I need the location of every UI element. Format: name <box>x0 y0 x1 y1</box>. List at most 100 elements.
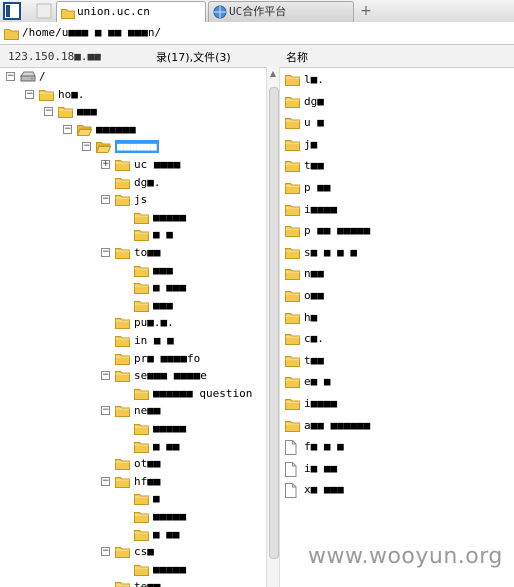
tree-node-label[interactable]: te■■ <box>134 580 161 587</box>
tree-node-label[interactable]: js <box>134 193 147 206</box>
folder-row[interactable]: n■■ <box>280 263 514 284</box>
tree-node[interactable]: ■■■■■ <box>0 561 266 579</box>
folder-row[interactable]: u ■ <box>280 112 514 133</box>
tree-node-label[interactable]: ■■■■■ <box>153 510 186 523</box>
tree-node-label[interactable]: ■■■ <box>77 105 97 118</box>
tree-node-label[interactable]: ■■■ <box>153 299 173 312</box>
tree-node[interactable]: ■■■■■ <box>0 508 266 526</box>
tree-node[interactable]: ot■■ <box>0 455 266 473</box>
tree-node-label[interactable]: ot■■ <box>134 457 161 470</box>
tree-node[interactable]: − / <box>0 68 266 86</box>
file-row[interactable]: i■ ■■ <box>280 458 514 479</box>
tree-node[interactable]: − ■■■ <box>0 103 266 121</box>
file-row[interactable]: f■ ■ ■ <box>280 436 514 457</box>
tree-node-label[interactable]: uc ■■■■ <box>134 158 180 171</box>
tree-node-label[interactable]: ■■■■■■ <box>96 123 136 136</box>
folder-row[interactable]: a■■ ■■■■■■ <box>280 415 514 436</box>
tree-node[interactable]: ■ ■■■ <box>0 279 266 297</box>
tree-node[interactable]: − ■■■■■■ <box>0 138 266 156</box>
tree-node-label[interactable]: pu■.■. <box>134 316 174 329</box>
tree-node[interactable]: ■■■ <box>0 297 266 315</box>
tree-node-label[interactable]: ■■■■■ <box>153 211 186 224</box>
collapse-icon[interactable]: − <box>82 142 91 152</box>
folder-row[interactable]: p ■■ ■■■■■ <box>280 220 514 241</box>
folder-row[interactable]: i■■■■ <box>280 393 514 414</box>
tree-node-label[interactable]: ■ ■ <box>153 228 173 241</box>
tree-node-label[interactable]: hf■■ <box>134 475 161 488</box>
tree-node-label[interactable]: ■■■■■ <box>153 422 186 435</box>
collapse-icon[interactable]: − <box>101 248 110 257</box>
tree-node-label[interactable]: ne■■ <box>134 404 161 417</box>
tree-node-label[interactable]: ho■. <box>58 88 85 101</box>
tree-node[interactable]: te■■ <box>0 578 266 587</box>
tree-node[interactable]: − hf■■ <box>0 473 266 491</box>
folder-row[interactable]: dg■ <box>280 91 514 112</box>
folder-row[interactable]: i■■■■ <box>280 199 514 220</box>
folder-row[interactable]: h■ <box>280 307 514 328</box>
tree-node[interactable]: − se■■■ ■■■■e <box>0 367 266 385</box>
tree-node-label[interactable]: ■■■■■■ question <box>153 387 252 400</box>
tree-node[interactable]: ■■■■■ <box>0 420 266 438</box>
collapse-icon[interactable]: − <box>6 72 15 81</box>
folder-row[interactable]: t■■ <box>280 155 514 176</box>
address-path[interactable]: /home/u■■■ ■ ■■ ■■■n/ <box>22 26 161 39</box>
collapse-icon[interactable]: − <box>101 195 110 205</box>
tree-node[interactable]: dg■. <box>0 174 266 192</box>
blank-page-icon[interactable] <box>34 2 54 20</box>
tree-node-label[interactable]: / <box>39 70 46 83</box>
tree-node[interactable]: ■■■■■■ question <box>0 385 266 403</box>
collapse-icon[interactable]: − <box>101 476 110 486</box>
tree-node[interactable]: ■ ■■ <box>0 526 266 544</box>
folder-row[interactable]: c■. <box>280 328 514 349</box>
tree-node-label[interactable]: ■ ■■ <box>153 528 180 541</box>
tree-node-label[interactable]: ■ ■■ <box>153 440 180 453</box>
scrollbar-thumb[interactable] <box>269 87 279 559</box>
tree-node-label[interactable]: cs■ <box>134 545 154 558</box>
tree-node-label[interactable]: ■ ■■■ <box>153 281 186 294</box>
tree-node-label[interactable]: ■■■■■ <box>153 563 186 576</box>
tree-node-label[interactable]: ■ <box>153 492 160 505</box>
tree-node[interactable]: − ho■. <box>0 86 266 104</box>
collapse-icon[interactable]: − <box>25 89 34 99</box>
folder-row[interactable]: p ■■ <box>280 177 514 198</box>
tree-node[interactable]: − ■■■■■■ <box>0 121 266 139</box>
tree-node[interactable]: ■■■■■ <box>0 209 266 227</box>
tree-node-label[interactable]: ■■■ <box>153 264 173 277</box>
tree-node[interactable]: − ne■■ <box>0 402 266 420</box>
collapse-icon[interactable]: − <box>101 406 110 416</box>
folder-row[interactable]: e■ ■ <box>280 371 514 392</box>
scroll-up-icon[interactable]: ▲ <box>267 69 279 79</box>
tree-node[interactable]: ■ <box>0 490 266 508</box>
tree-node[interactable]: − to■■ <box>0 244 266 262</box>
tab-union[interactable]: union.uc.cn <box>56 1 206 23</box>
tree-node-label[interactable]: se■■■ ■■■■e <box>134 369 207 382</box>
folder-row[interactable]: j■ <box>280 134 514 155</box>
tree-node[interactable]: pr■ ■■■■fo <box>0 350 266 368</box>
folder-row[interactable]: o■■ <box>280 285 514 306</box>
tree-node[interactable]: − js <box>0 191 266 209</box>
tree-node-label[interactable]: pr■ ■■■■fo <box>134 352 200 365</box>
tree-node[interactable]: ■■■ <box>0 262 266 280</box>
address-bar[interactable]: /home/u■■■ ■ ■■ ■■■n/ <box>0 22 514 45</box>
tree-node-label[interactable]: ■■■■■■ <box>115 140 159 154</box>
collapse-icon[interactable]: − <box>101 371 110 381</box>
collapse-icon[interactable]: − <box>101 547 110 557</box>
tree-node-label[interactable]: dg■. <box>134 176 161 189</box>
tree-node[interactable]: ■ ■■ <box>0 438 266 456</box>
tree-node[interactable]: pu■.■. <box>0 314 266 332</box>
collapse-icon[interactable]: − <box>44 107 53 117</box>
folder-row[interactable]: t■■ <box>280 350 514 371</box>
expand-icon[interactable]: + <box>101 160 110 169</box>
sidebar-toggle-icon[interactable] <box>2 2 22 20</box>
tree-node-label[interactable]: in ■ ■ <box>134 334 174 347</box>
tree-node[interactable]: ■ ■ <box>0 226 266 244</box>
tree-node[interactable]: − cs■ <box>0 543 266 561</box>
tab-uc-platform[interactable]: UC合作平台 <box>208 1 354 22</box>
tree-scrollbar[interactable]: ▲ <box>266 67 280 587</box>
collapse-icon[interactable]: − <box>63 124 72 134</box>
file-row[interactable]: x■ ■■■ <box>280 479 514 500</box>
tree-node[interactable]: in ■ ■ <box>0 332 266 350</box>
folder-row[interactable]: s■ ■ ■ ■ <box>280 242 514 263</box>
name-column-header[interactable]: 名称 <box>286 49 308 65</box>
new-tab-button[interactable]: + <box>358 2 374 20</box>
